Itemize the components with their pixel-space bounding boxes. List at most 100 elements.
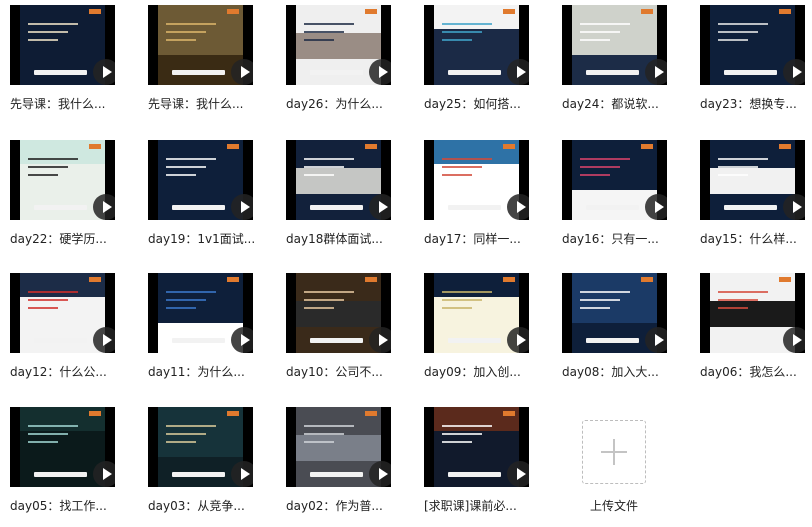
video-file-item[interactable]: day10：公司不... xyxy=(286,273,416,393)
video-file-item[interactable]: day17：同样一... xyxy=(424,140,554,260)
video-thumbnail[interactable] xyxy=(562,5,667,85)
play-icon[interactable] xyxy=(369,327,391,353)
play-icon[interactable] xyxy=(231,461,253,487)
video-file-item[interactable]: day11：为什么... xyxy=(148,273,278,393)
upload-file-button[interactable]: 上传文件 xyxy=(562,407,692,527)
play-icon[interactable] xyxy=(507,461,529,487)
thumbnail-text-lines xyxy=(28,23,78,47)
thumbnail-logo xyxy=(227,277,239,282)
thumbnail-text-lines xyxy=(28,291,78,315)
play-icon[interactable] xyxy=(507,194,529,220)
plus-icon[interactable] xyxy=(582,420,646,484)
video-file-item[interactable]: day23：想换专... xyxy=(700,5,812,125)
play-icon[interactable] xyxy=(645,59,667,85)
video-thumbnail[interactable] xyxy=(286,273,391,353)
video-file-item[interactable]: day12：什么公... xyxy=(10,273,140,393)
file-name-label: day23：想换专... xyxy=(700,97,797,111)
play-icon[interactable] xyxy=(507,327,529,353)
thumbnail-text-lines xyxy=(580,158,630,182)
thumbnail-caption-bar xyxy=(34,338,87,343)
thumbnail-caption-bar xyxy=(448,70,501,75)
video-thumbnail[interactable] xyxy=(148,273,253,353)
thumbnail-text-lines xyxy=(166,23,216,47)
play-icon[interactable] xyxy=(783,194,805,220)
thumbnail-text-lines xyxy=(166,291,216,315)
video-thumbnail[interactable] xyxy=(286,5,391,85)
file-name-label: day10：公司不... xyxy=(286,365,383,379)
file-name-label: day24：都说软... xyxy=(562,97,659,111)
thumbnail-logo xyxy=(641,277,653,282)
video-file-item[interactable]: day06：我怎么... xyxy=(700,273,812,393)
thumbnail-logo xyxy=(89,144,101,149)
thumbnail-text-lines xyxy=(304,291,354,315)
video-thumbnail[interactable] xyxy=(10,407,115,487)
video-thumbnail[interactable] xyxy=(562,140,667,220)
video-file-item[interactable]: day24：都说软... xyxy=(562,5,692,125)
thumbnail-logo xyxy=(503,411,515,416)
play-icon[interactable] xyxy=(783,327,805,353)
thumbnail-logo xyxy=(779,277,791,282)
play-icon[interactable] xyxy=(93,327,115,353)
video-thumbnail[interactable] xyxy=(424,140,529,220)
video-thumbnail[interactable] xyxy=(562,273,667,353)
video-file-item[interactable]: day26：为什么... xyxy=(286,5,416,125)
file-name-label: day26：为什么... xyxy=(286,97,383,111)
play-icon[interactable] xyxy=(231,59,253,85)
play-icon[interactable] xyxy=(93,194,115,220)
video-file-item[interactable]: [求职课]课前必... xyxy=(424,407,554,527)
play-icon[interactable] xyxy=(507,59,529,85)
video-file-item[interactable]: day16：只有一... xyxy=(562,140,692,260)
video-file-item[interactable]: day03：从竞争... xyxy=(148,407,278,527)
file-name-label: day18群体面试... xyxy=(286,232,383,246)
video-thumbnail[interactable] xyxy=(148,407,253,487)
play-icon[interactable] xyxy=(93,461,115,487)
file-grid: 先导课：我什么... 先导课：我什么... day26：为什么... day25：如何… xyxy=(0,0,812,513)
play-icon[interactable] xyxy=(783,59,805,85)
thumbnail-text-lines xyxy=(166,158,216,182)
video-thumbnail[interactable] xyxy=(148,140,253,220)
video-thumbnail[interactable] xyxy=(424,273,529,353)
video-file-item[interactable]: day05：找工作... xyxy=(10,407,140,527)
video-thumbnail[interactable] xyxy=(700,273,805,353)
thumbnail-text-lines xyxy=(304,23,354,47)
play-icon[interactable] xyxy=(93,59,115,85)
video-file-item[interactable]: day02：作为普... xyxy=(286,407,416,527)
video-file-item[interactable]: day19：1v1面试... xyxy=(148,140,278,260)
play-icon[interactable] xyxy=(369,194,391,220)
video-thumbnail[interactable] xyxy=(286,407,391,487)
video-thumbnail[interactable] xyxy=(700,140,805,220)
thumbnail-logo xyxy=(227,9,239,14)
video-file-item[interactable]: day15：什么样... xyxy=(700,140,812,260)
play-icon[interactable] xyxy=(231,327,253,353)
video-file-item[interactable]: 先导课：我什么... xyxy=(10,5,140,125)
thumbnail-logo xyxy=(503,277,515,282)
play-icon[interactable] xyxy=(645,327,667,353)
play-icon[interactable] xyxy=(369,59,391,85)
play-icon[interactable] xyxy=(369,461,391,487)
video-file-item[interactable]: day08：加入大... xyxy=(562,273,692,393)
thumbnail-logo xyxy=(89,411,101,416)
video-thumbnail[interactable] xyxy=(148,5,253,85)
video-thumbnail[interactable] xyxy=(424,407,529,487)
play-icon[interactable] xyxy=(231,194,253,220)
video-thumbnail[interactable] xyxy=(10,140,115,220)
play-icon[interactable] xyxy=(645,194,667,220)
video-thumbnail[interactable] xyxy=(700,5,805,85)
video-thumbnail[interactable] xyxy=(286,140,391,220)
video-file-item[interactable]: day22：硬学历... xyxy=(10,140,140,260)
thumbnail-logo xyxy=(227,144,239,149)
thumbnail-caption-bar xyxy=(586,70,639,75)
video-file-item[interactable]: day09：加入创... xyxy=(424,273,554,393)
thumbnail-caption-bar xyxy=(310,472,363,477)
video-thumbnail[interactable] xyxy=(10,273,115,353)
video-file-item[interactable]: day18群体面试... xyxy=(286,140,416,260)
thumbnail-text-lines xyxy=(166,425,216,449)
video-thumbnail[interactable] xyxy=(10,5,115,85)
thumbnail-logo xyxy=(365,144,377,149)
file-name-label: day05：找工作... xyxy=(10,499,107,513)
video-file-item[interactable]: 先导课：我什么... xyxy=(148,5,278,125)
video-thumbnail[interactable] xyxy=(424,5,529,85)
file-name-label: day11：为什么... xyxy=(148,365,245,379)
video-file-item[interactable]: day25：如何搭... xyxy=(424,5,554,125)
thumbnail-text-lines xyxy=(28,425,78,449)
